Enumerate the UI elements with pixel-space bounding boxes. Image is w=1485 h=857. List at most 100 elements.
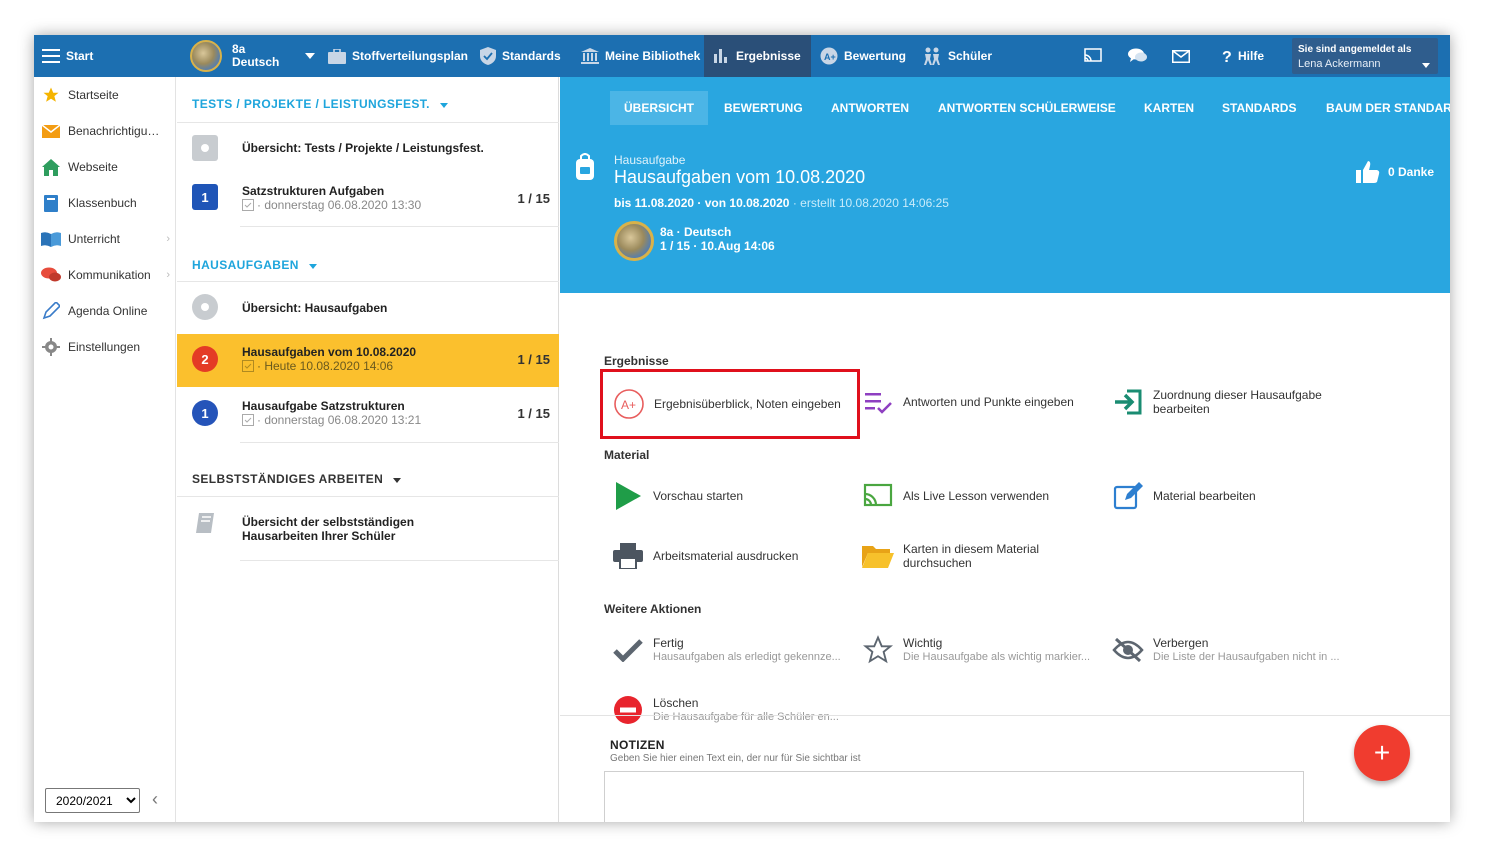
question-icon: ? <box>1222 49 1232 64</box>
shield-icon <box>480 47 496 65</box>
students-icon <box>924 47 940 65</box>
nav-schueler[interactable]: Schüler <box>922 35 992 77</box>
sidebar-item-klassenbuch[interactable]: Klassenbuch <box>34 185 176 221</box>
checklist-icon <box>242 360 254 372</box>
sidebar-item-einstellungen[interactable]: Einstellungen <box>34 329 176 365</box>
count-badge: 2 <box>192 346 218 372</box>
thanks-count: 0 Danke <box>1388 165 1435 179</box>
messages-button[interactable] <box>1172 35 1196 77</box>
tab-uebersicht[interactable]: ÜBERSICHT <box>610 91 709 125</box>
tab-karten[interactable]: KARTEN <box>1130 91 1208 125</box>
user-menu[interactable]: Sie sind angemeldet als Lena Ackermann <box>1292 38 1438 74</box>
group-label-more-actions: Weitere Aktionen <box>604 602 702 616</box>
action-description: Die Liste der Hausaufgaben nicht in ... <box>1153 651 1340 663</box>
live-lesson-button[interactable]: Als Live Lesson verwenden <box>860 474 1049 518</box>
results-overview-button[interactable]: A+ Ergebnisüberblick, Noten eingeben <box>600 369 860 439</box>
nav-meine-bibliothek[interactable]: Meine Bibliothek <box>581 35 700 77</box>
sidebar: Startseite Benachrichtigungen Webseite K… <box>34 77 176 822</box>
list-item-self-work-overview[interactable]: Übersicht der selbstständigen Hausarbeit… <box>177 497 559 561</box>
sidebar-item-agenda-online[interactable]: Agenda Online <box>34 293 176 329</box>
detail-panel: ÜBERSICHT BEWERTUNG ANTWORTEN ANTWORTEN … <box>560 77 1450 822</box>
tab-antworten[interactable]: ANTWORTEN <box>817 91 923 125</box>
section-header-selbststaendiges-arbeiten[interactable]: SELBSTSTÄNDIGES ARBEITEN <box>192 472 401 486</box>
edit-assignment-button[interactable]: Zuordnung dieser Hausaufgabe bearbeiten <box>1110 380 1322 424</box>
tab-bewertung[interactable]: BEWERTUNG <box>710 91 817 125</box>
thumbs-up-icon <box>1356 161 1380 183</box>
list-item-homework-overview[interactable]: Übersicht: Hausaufgaben <box>177 282 559 334</box>
list-item-title: Übersicht der selbstständigen <box>242 515 415 529</box>
sidebar-item-kommunikation[interactable]: Kommunikation › <box>34 257 176 293</box>
collapse-sidebar-button[interactable]: ‹ <box>152 789 158 810</box>
class-selector[interactable]: 8a Deutsch <box>190 35 321 77</box>
add-button[interactable]: + <box>1354 725 1410 781</box>
home-icon <box>42 158 60 176</box>
list-item-homework-active[interactable]: 2 Hausaufgaben vom 10.08.2020 · Heute 10… <box>177 334 559 387</box>
assignment-type: Hausaufgabe <box>614 153 686 167</box>
notes-input[interactable] <box>604 771 1304 822</box>
list-item-test[interactable]: 1 Satzstrukturen Aufgaben · donnerstag 0… <box>177 173 559 227</box>
nav-stoffverteilungsplan[interactable]: Stoffverteilungsplan <box>328 35 468 77</box>
section-header-tests[interactable]: TESTS / PROJEKTE / LEISTUNGSFEST. <box>192 97 448 111</box>
tab-baum-der-standards[interactable]: BAUM DER STANDARDS <box>1312 91 1450 125</box>
sidebar-item-webseite[interactable]: Webseite <box>34 149 176 185</box>
school-year-select[interactable]: 2020/2021 <box>45 788 140 813</box>
login-label: Sie sind angemeldet als <box>1298 44 1412 55</box>
class-label: 8a Deutsch <box>232 43 279 69</box>
sidebar-item-startseite[interactable]: Startseite <box>34 77 176 113</box>
hide-button[interactable]: Verbergen Die Liste der Hausaufgaben nich… <box>1110 628 1343 672</box>
answers-points-button[interactable]: Antworten und Punkte eingeben <box>860 380 1074 424</box>
section-header-label: SELBSTSTÄNDIGES ARBEITEN <box>192 472 384 486</box>
library-icon <box>581 48 599 64</box>
play-icon <box>616 482 641 510</box>
tab-standards[interactable]: STANDARDS <box>1208 91 1310 125</box>
sidebar-item-benachrichtigungen[interactable]: Benachrichtigungen <box>34 113 176 149</box>
mark-done-button[interactable]: Fertig Hausaufgaben als erledigt gekennze… <box>610 628 843 672</box>
created-date: · erstellt 10.08.2020 14:06:25 <box>792 196 949 210</box>
list-item-title: Hausaufgabe Satzstrukturen <box>242 399 405 413</box>
sidebar-item-label: Startseite <box>68 88 119 102</box>
homework-header: Hausaufgabe Hausaufgaben vom 10.08.2020 … <box>560 127 1450 293</box>
sidebar-item-label: Einstellungen <box>68 340 141 354</box>
preview-button[interactable]: Vorschau starten <box>610 474 743 518</box>
count-badge: 1 <box>192 184 218 210</box>
edit-material-button[interactable]: Material bearbeiten <box>1110 474 1256 518</box>
list-item-date: · donnerstag 06.08.2020 13:21 <box>257 413 422 427</box>
class-avatar <box>614 221 654 261</box>
chat-icon <box>41 267 61 282</box>
list-item-title: Hausaufgaben vom 10.08.2020 <box>242 345 417 359</box>
action-label: Antworten und Punkte eingeben <box>903 395 1074 409</box>
chat-button[interactable] <box>1128 35 1154 77</box>
divider <box>240 442 559 443</box>
printer-icon <box>613 543 643 569</box>
nav-bewertung[interactable]: A+ Bewertung <box>820 35 906 77</box>
mark-important-button[interactable]: Wichtig Die Hausaufgabe als wichtig marki… <box>860 628 1093 672</box>
nav-standards[interactable]: Standards <box>480 35 561 77</box>
book-icon <box>44 194 58 212</box>
svg-text:A+: A+ <box>621 398 636 412</box>
section-header-hausaufgaben[interactable]: HAUSAUFGABEN <box>192 258 317 272</box>
tab-antworten-schuelerweise[interactable]: ANTWORTEN SCHÜLERWEISE <box>924 91 1130 125</box>
search-cards-button[interactable]: Karten in diesem Material durchsuchen <box>860 534 1039 578</box>
nav-label: Stoffverteilungsplan <box>352 49 469 63</box>
sidebar-item-unterricht[interactable]: Unterricht › <box>34 221 176 257</box>
sidebar-item-label: Kommunikation <box>68 268 151 282</box>
list-item-tests-overview[interactable]: Übersicht: Tests / Projekte / Leistungsf… <box>177 123 559 173</box>
print-button[interactable]: Arbeitsmaterial ausdrucken <box>610 534 798 578</box>
delete-button[interactable]: Löschen Die Hausaufgabe für alle Schüler … <box>610 688 843 732</box>
start-menu-button[interactable]: Start <box>42 35 93 77</box>
start-label: Start <box>66 49 94 63</box>
action-label: durchsuchen <box>903 556 972 570</box>
tab-bar: ÜBERSICHT BEWERTUNG ANTWORTEN ANTWORTEN … <box>560 77 1450 127</box>
help-button[interactable]: ? Hilfe <box>1222 35 1264 77</box>
list-item-date: · donnerstag 06.08.2020 13:30 <box>257 198 422 212</box>
list-item-title: Satzstrukturen Aufgaben <box>242 184 385 198</box>
nav-ergebnisse[interactable]: Ergebnisse <box>704 35 811 77</box>
list-item-homework[interactable]: 1 Hausaufgabe Satzstrukturen · donnersta… <box>177 387 559 443</box>
app-window: Start 8a Deutsch Stoffverteilungsplan St… <box>34 35 1450 822</box>
action-label: Material bearbeiten <box>1153 489 1256 503</box>
checklist-icon <box>242 414 254 426</box>
cast-button[interactable] <box>1084 35 1108 77</box>
cast-icon <box>863 483 893 507</box>
thanks-button[interactable]: 0 Danke <box>1356 161 1434 183</box>
nav-label: Ergebnisse <box>736 49 801 63</box>
